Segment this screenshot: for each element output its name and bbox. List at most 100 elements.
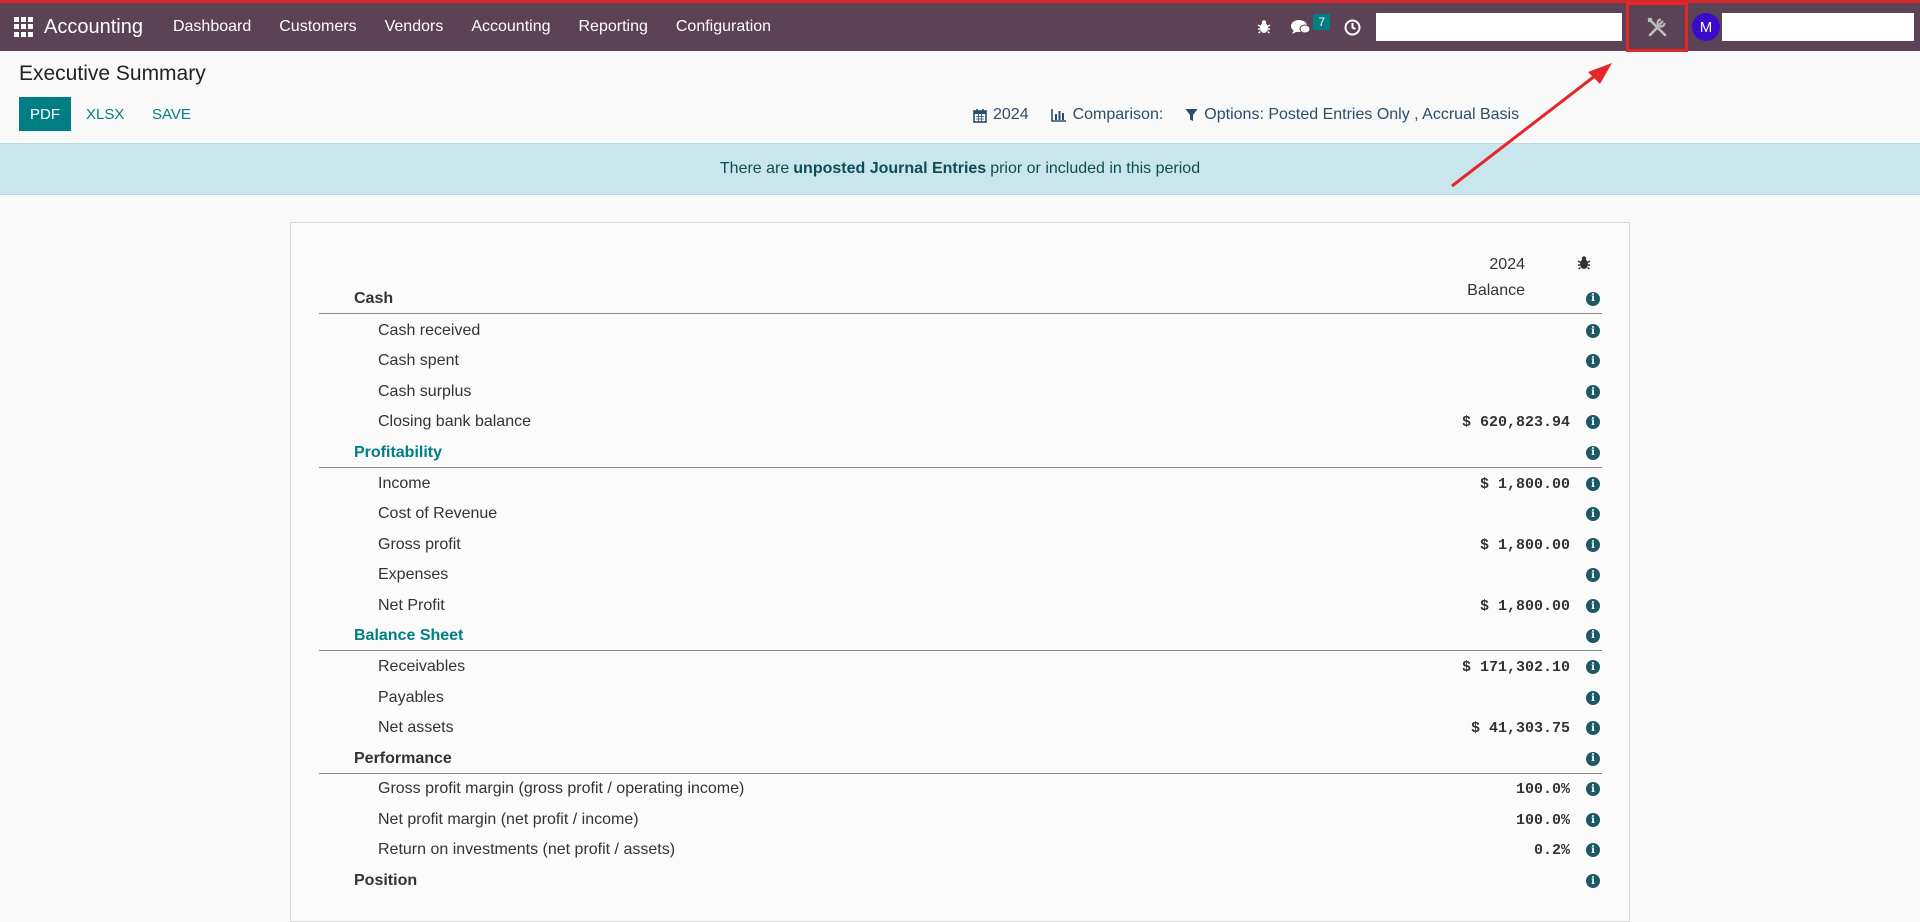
report-line-row[interactable]: Net assets $ 41,303.75 i (319, 713, 1602, 743)
report-line-row[interactable]: Closing bank balance $ 620,823.94 i (319, 407, 1602, 437)
report-line-row[interactable]: Cash spent i (319, 346, 1602, 376)
line-value: $ 1,800.00 (1479, 475, 1570, 493)
menu-vendors[interactable]: Vendors (371, 18, 458, 36)
tools-icon (1647, 17, 1667, 37)
messages-count-badge: 7 (1313, 14, 1330, 30)
user-avatar[interactable]: M (1692, 13, 1720, 41)
top-navbar: Accounting Dashboard Customers Vendors A… (0, 0, 1920, 52)
info-icon[interactable]: i (1586, 660, 1600, 674)
save-button[interactable]: SAVE (152, 97, 191, 131)
report-line-row[interactable]: Income $ 1,800.00 i (319, 469, 1602, 499)
comparison-filter[interactable]: Comparison: (1050, 106, 1164, 124)
section-label: Balance Sheet (354, 626, 464, 644)
report-section-row[interactable]: Cash i (319, 284, 1602, 314)
info-icon[interactable]: i (1586, 507, 1600, 521)
xlsx-button[interactable]: XLSX (86, 97, 124, 131)
line-value: 100.0% (1515, 780, 1570, 798)
company-switcher-redacted[interactable] (1376, 13, 1622, 41)
comparison-filter-label: Comparison: (1072, 106, 1164, 123)
report-sheet: 2024 Balance Cash i Cash received i Cash spe… (290, 222, 1630, 922)
report-line-row[interactable]: Payables i (319, 683, 1602, 713)
line-label: Net Profit (378, 597, 445, 614)
pdf-button[interactable]: PDF (19, 97, 71, 131)
annotation-arrow-icon (1451, 63, 1612, 188)
info-icon[interactable]: i (1586, 751, 1600, 766)
info-icon[interactable]: i (1586, 477, 1600, 491)
info-icon[interactable]: i (1586, 415, 1600, 429)
chat-icon[interactable]: 7 (1291, 14, 1330, 35)
report-line-row[interactable]: Gross profit $ 1,800.00 i (319, 530, 1602, 560)
line-label: Receivables (378, 658, 466, 675)
report-line-row[interactable]: Gross profit margin (gross profit / oper… (319, 774, 1602, 804)
info-icon[interactable]: i (1586, 782, 1600, 796)
section-label: Position (354, 872, 418, 889)
report-line-row[interactable]: Cost of Revenue i (319, 499, 1602, 529)
apps-grid-icon[interactable] (14, 17, 34, 37)
report-line-row[interactable]: Net Profit $ 1,800.00 i (319, 591, 1602, 621)
report-section-row[interactable]: Performance i (319, 744, 1602, 774)
menu-configuration[interactable]: Configuration (662, 18, 785, 36)
info-icon[interactable]: i (1586, 538, 1600, 552)
line-label: Cost of Revenue (378, 505, 498, 522)
info-icon[interactable]: i (1586, 568, 1600, 582)
period-filter-label: 2024 (993, 106, 1029, 123)
menu-customers[interactable]: Customers (265, 18, 370, 36)
systray: 7 M (1257, 2, 1920, 52)
menu-dashboard[interactable]: Dashboard (159, 18, 265, 36)
info-icon[interactable]: i (1586, 874, 1600, 888)
line-label: Cash surplus (378, 383, 472, 400)
report-section-row[interactable]: Position i (319, 866, 1602, 896)
line-label: Net profit margin (net profit / income) (378, 811, 639, 828)
section-label: Profitability (354, 443, 443, 461)
page-title: Executive Summary (19, 62, 206, 85)
line-label: Net assets (378, 719, 454, 736)
info-icon[interactable]: i (1586, 599, 1600, 613)
report-section-row[interactable]: Balance Sheet i (319, 621, 1602, 651)
clock-icon[interactable] (1344, 19, 1361, 36)
info-icon[interactable]: i (1586, 324, 1600, 338)
report-section-row[interactable]: Profitability i (319, 438, 1602, 468)
line-label: Cash spent (378, 352, 459, 369)
info-icon[interactable]: i (1586, 385, 1600, 399)
unposted-entries-alert: There are unposted Journal Entries prior… (0, 143, 1920, 195)
line-value: 100.0% (1515, 811, 1570, 829)
funnel-icon (1185, 109, 1198, 121)
info-icon[interactable]: i (1586, 721, 1600, 735)
info-icon[interactable]: i (1586, 843, 1600, 857)
report-line-row[interactable]: Receivables $ 171,302.10 i (319, 652, 1602, 682)
info-icon[interactable]: i (1586, 691, 1600, 705)
main-menu: Dashboard Customers Vendors Accounting R… (159, 18, 785, 36)
line-label: Gross profit margin (gross profit / oper… (378, 780, 745, 797)
line-label: Gross profit (378, 536, 461, 553)
info-icon[interactable]: i (1586, 291, 1600, 306)
line-label: Return on investments (net profit / asse… (378, 841, 676, 858)
info-icon[interactable]: i (1586, 628, 1600, 643)
section-label: Cash (354, 289, 394, 307)
report-line-row[interactable]: Cash received i (319, 316, 1602, 346)
tools-button-highlighted[interactable] (1626, 2, 1688, 52)
info-icon[interactable]: i (1586, 445, 1600, 460)
line-value: 0.2% (1533, 841, 1570, 859)
info-icon[interactable]: i (1586, 354, 1600, 368)
report-line-row[interactable]: Return on investments (net profit / asse… (319, 835, 1602, 865)
menu-accounting[interactable]: Accounting (457, 18, 564, 36)
line-label: Expenses (378, 566, 449, 583)
bug-icon[interactable] (1577, 255, 1591, 276)
report-line-row[interactable]: Cash surplus i (319, 377, 1602, 407)
section-label: Performance (354, 749, 452, 767)
line-value: $ 41,303.75 (1470, 719, 1570, 737)
bug-icon[interactable] (1257, 19, 1271, 35)
line-value: $ 1,800.00 (1479, 536, 1570, 554)
period-filter[interactable]: 2024 (973, 106, 1029, 124)
user-name-redacted[interactable] (1722, 13, 1914, 41)
line-label: Payables (378, 689, 444, 706)
report-line-row[interactable]: Expenses i (319, 560, 1602, 590)
line-label: Closing bank balance (378, 413, 531, 430)
info-icon[interactable]: i (1586, 813, 1600, 827)
alert-unposted-link[interactable]: unposted Journal Entries (793, 160, 986, 178)
line-value: $ 171,302.10 (1461, 658, 1570, 676)
app-brand[interactable]: Accounting (44, 16, 143, 39)
column-year: 2024 (1489, 256, 1525, 273)
menu-reporting[interactable]: Reporting (565, 18, 662, 36)
report-line-row[interactable]: Net profit margin (net profit / income) 1… (319, 805, 1602, 835)
